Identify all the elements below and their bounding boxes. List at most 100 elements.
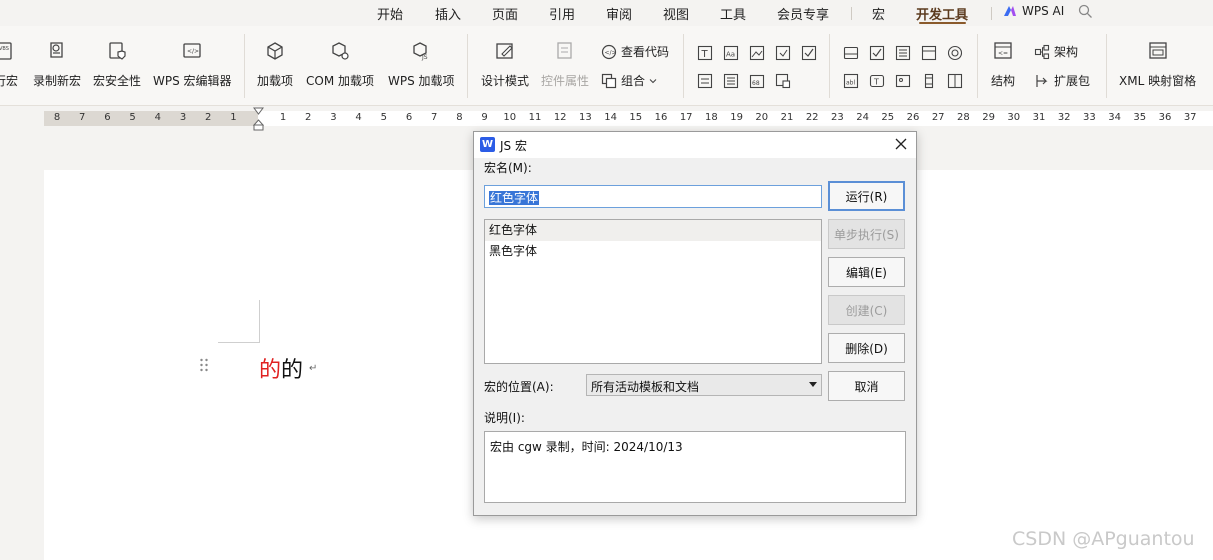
dialog-title: JS 宏: [500, 139, 527, 153]
ruler-number: 8: [456, 112, 463, 123]
macro-list[interactable]: 红色字体 黑色字体: [484, 219, 822, 364]
close-icon[interactable]: [894, 137, 908, 151]
svg-text:<=: <=: [998, 50, 1008, 57]
dropdown-list-control-icon[interactable]: [723, 73, 739, 89]
ruler-number: 11: [528, 112, 542, 123]
js-macro-dialog: W JS 宏 宏名(M): 红色字体 红色字体 黑色字体 运行(R) 单步执行(…: [473, 131, 917, 516]
tab-review[interactable]: 审阅: [606, 4, 632, 23]
ruler-number: 27: [931, 112, 945, 123]
wps-addins-button[interactable]: JS WPS 加载项: [388, 40, 455, 89]
ruler-number: 13: [579, 112, 592, 123]
spin-control-icon[interactable]: [947, 73, 963, 89]
com-addins-button[interactable]: COM 加载项: [306, 40, 374, 89]
textbox-control-icon[interactable]: T: [869, 73, 885, 89]
checkbox-control-icon[interactable]: [801, 45, 817, 61]
structure-icon: <=: [992, 40, 1014, 62]
form-list-icon[interactable]: [895, 45, 911, 61]
indent-marker-icon[interactable]: [253, 107, 264, 131]
schema-button[interactable]: 架构: [1034, 43, 1078, 60]
text-control-icon[interactable]: T: [697, 45, 713, 61]
xml-mapping-pane-button[interactable]: XML 映射窗格: [1119, 40, 1196, 89]
ruler-number: 16: [654, 112, 668, 123]
macro-location-label: 宏的位置(A):: [484, 380, 554, 394]
ribbon-separator: [683, 34, 684, 98]
cancel-button[interactable]: 取消: [828, 371, 905, 401]
radio-button-icon[interactable]: [947, 45, 963, 61]
scrollbar-control-icon[interactable]: [921, 73, 937, 89]
ruler-number: 35: [1133, 112, 1147, 123]
record-macro-button[interactable]: 录制新宏: [33, 40, 81, 89]
ruler-number: 37: [1183, 112, 1197, 123]
ruler-number: 12: [553, 112, 567, 123]
ruler-number: 22: [805, 112, 819, 123]
red-text: 的: [259, 358, 282, 383]
run-macro-button[interactable]: VBS 行宏: [0, 40, 18, 89]
macro-security-label: 宏安全性: [93, 74, 142, 88]
picture-control-icon[interactable]: [749, 45, 765, 61]
list-item[interactable]: 黑色字体: [485, 241, 821, 262]
tab-developer[interactable]: 开发工具: [916, 4, 968, 23]
label-control-icon[interactable]: abl: [843, 73, 859, 89]
repeating-section-control-icon[interactable]: [775, 73, 791, 89]
macro-security-button[interactable]: 宏安全性: [93, 40, 141, 89]
group-dropdown[interactable]: 组合: [601, 72, 657, 89]
tab-page[interactable]: 页面: [492, 4, 518, 23]
tab-tools[interactable]: 工具: [720, 4, 746, 23]
description-field[interactable]: 宏由 cgw 录制，时间: 2024/10/13: [484, 431, 906, 503]
addins-button[interactable]: 加载项: [257, 40, 293, 89]
svg-text:</>: </>: [605, 49, 617, 56]
tab-macro[interactable]: 宏: [872, 4, 885, 23]
macro-name-input[interactable]: 红色字体: [484, 185, 822, 208]
tab-insert[interactable]: 插入: [435, 4, 461, 23]
list-item[interactable]: 红色字体: [485, 220, 821, 241]
form-frame-icon[interactable]: [921, 45, 937, 61]
tab-member[interactable]: 会员专享: [777, 4, 829, 23]
cube-gear-icon: [329, 40, 351, 62]
xml-mapping-icon: [1147, 40, 1169, 62]
legacy-form-icon[interactable]: [843, 45, 859, 61]
view-code-label: 查看代码: [621, 45, 670, 59]
expansion-pack-icon: [1036, 74, 1048, 87]
document-text[interactable]: 的的: [259, 352, 303, 384]
wps-ai-button[interactable]: WPS AI: [1002, 3, 1064, 19]
drag-handle-icon[interactable]: [199, 357, 209, 373]
structure-button[interactable]: <= 结构: [991, 40, 1015, 89]
paragraph-mark-icon: ↵: [309, 363, 318, 374]
view-code-button[interactable]: </> 查看代码: [601, 43, 669, 60]
wps-ai-icon: [1004, 6, 1016, 16]
macro-location-select[interactable]: 所有活动模板和文档: [586, 374, 822, 396]
xml-mapping-label: XML 映射窗格: [1119, 74, 1197, 88]
form-checkbox-icon[interactable]: [869, 45, 885, 61]
svg-text:VBS: VBS: [0, 46, 9, 52]
tab-references[interactable]: 引用: [549, 4, 575, 23]
image-control-icon[interactable]: [895, 73, 911, 89]
description-text: 宏由 cgw 录制，时间: 2024/10/13: [490, 440, 683, 454]
horizontal-ruler[interactable]: 87654321 1 2 3 4 5 6 7 8 9 10 11 12 13 14 15 16 17 18 19 20…: [0, 106, 1213, 131]
macro-name-value: 红色字体: [489, 191, 540, 205]
wps-macro-editor-button[interactable]: </> WPS 宏编辑器: [153, 40, 232, 89]
expansion-pack-button[interactable]: 扩展包: [1034, 72, 1090, 89]
date-picker-control-icon[interactable]: 68: [749, 73, 765, 89]
ruler-number: 2: [205, 112, 212, 123]
combo-box-control-icon[interactable]: [697, 73, 713, 89]
edit-button[interactable]: 编辑(E): [828, 257, 905, 287]
building-block-control-icon[interactable]: [775, 45, 791, 61]
design-mode-label: 设计模式: [481, 74, 530, 88]
ruler-number: 31: [1032, 112, 1046, 123]
svg-text:Aa: Aa: [726, 51, 735, 59]
design-mode-button[interactable]: 设计模式: [481, 40, 529, 89]
dialog-titlebar[interactable]: W JS 宏: [474, 132, 916, 158]
com-addins-label: COM 加载项: [306, 74, 374, 88]
run-button[interactable]: 运行(R): [828, 181, 905, 211]
control-properties-button: 控件属性: [541, 40, 589, 89]
tab-view[interactable]: 视图: [663, 4, 689, 23]
control-properties-label: 控件属性: [541, 74, 590, 88]
wps-ai-label: WPS AI: [1022, 4, 1065, 18]
tab-home[interactable]: 开始: [377, 4, 403, 23]
search-icon[interactable]: [1078, 4, 1093, 19]
structure-label: 结构: [991, 74, 1016, 88]
delete-button[interactable]: 删除(D): [828, 333, 905, 363]
active-tab-underline: [919, 22, 966, 24]
rich-text-control-icon[interactable]: Aa: [723, 45, 739, 61]
black-text: 的: [281, 358, 304, 383]
